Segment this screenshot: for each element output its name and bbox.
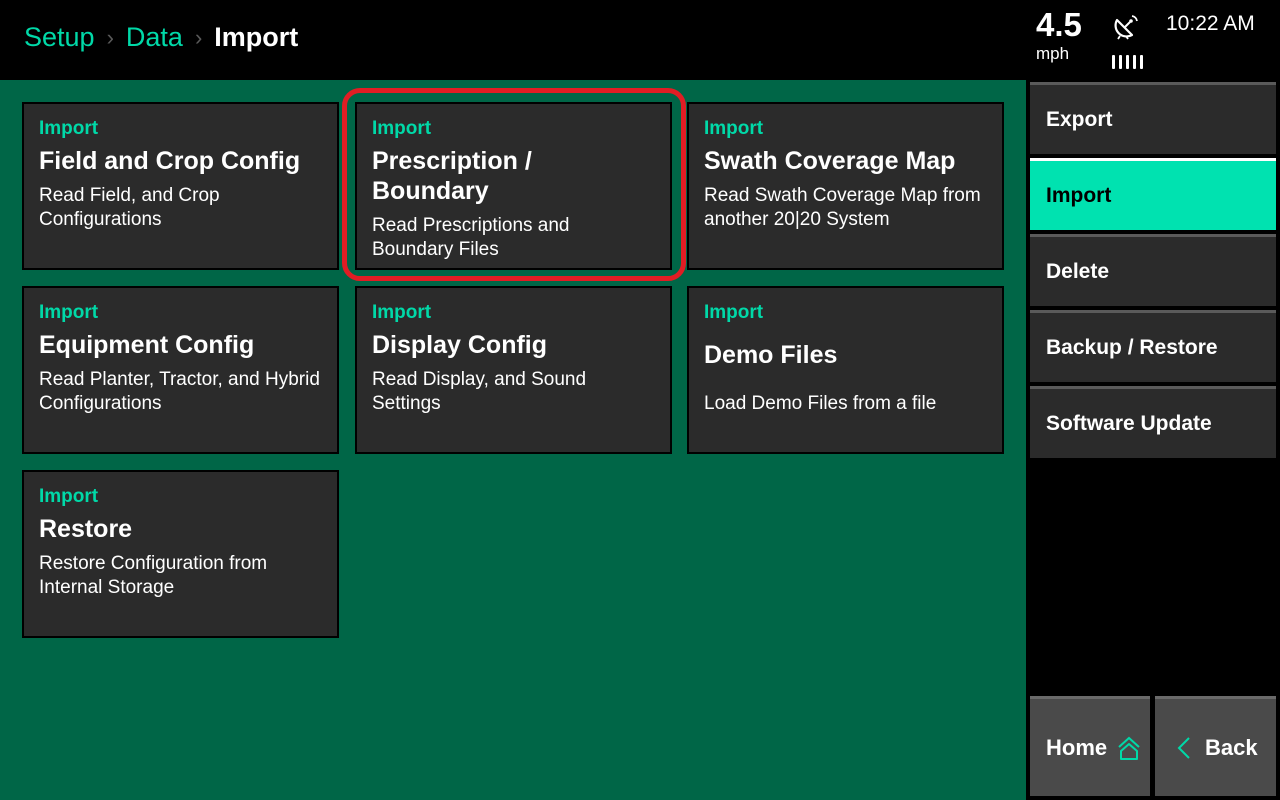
tile-title: Restore (39, 515, 133, 543)
satellite-dish-icon (1112, 15, 1140, 44)
tile-restore[interactable]: Import Restore Restore Configuration fro… (22, 470, 339, 638)
sidebar-item-export[interactable]: Export (1030, 82, 1276, 154)
tile-description: Read Field, and Crop Configurations (39, 185, 220, 230)
sidebar-item-backup-restore[interactable]: Backup / Restore (1030, 310, 1276, 382)
tile-description: Read Display, and Sound Settings (372, 369, 587, 414)
sidebar-item-software-update[interactable]: Software Update (1030, 386, 1276, 458)
back-button[interactable]: Back (1155, 696, 1276, 796)
speed-readout: 4.5 mph (1036, 6, 1096, 64)
tile-title: Equipment Config (39, 331, 255, 359)
breadcrumb: Setup › Data › Import (24, 22, 298, 53)
home-button[interactable]: Home (1030, 696, 1150, 796)
sidebar: Export Import Delete Backup / Restore So… (1026, 80, 1280, 800)
signal-bar (1126, 55, 1129, 69)
clock: 10:22 AM (1166, 12, 1255, 35)
tile-title: Display Config (372, 331, 548, 359)
signal-bar (1112, 55, 1115, 69)
sidebar-item-delete[interactable]: Delete (1030, 234, 1276, 306)
signal-bar (1133, 55, 1136, 69)
tile-display-config[interactable]: Import Display Config Read Display, and … (355, 286, 672, 454)
tile-kicker: Import (39, 486, 99, 507)
signal-bars (1112, 55, 1152, 69)
chevron-right-icon: › (194, 24, 203, 50)
tile-description: Read Swath Coverage Map from another 20|… (704, 185, 981, 230)
tile-kicker: Import (704, 118, 764, 139)
tile-equipment-config[interactable]: Import Equipment Config Read Planter, Tr… (22, 286, 339, 454)
breadcrumb-data[interactable]: Data (126, 22, 183, 53)
tile-description: Read Planter, Tractor, and Hybrid Config… (39, 369, 320, 414)
home-icon (1117, 735, 1141, 761)
breadcrumb-current: Import (214, 22, 299, 52)
speed-unit: mph (1036, 44, 1070, 63)
tile-description: Load Demo Files from a file (704, 393, 937, 414)
tile-field-crop-config[interactable]: Import Field and Crop Config Read Field,… (22, 102, 339, 270)
chevron-left-icon (1177, 736, 1191, 760)
sidebar-item-import[interactable]: Import (1030, 158, 1276, 230)
tile-description: Read Prescriptions and Boundary Files (372, 215, 570, 260)
signal-bar (1119, 55, 1122, 69)
breadcrumb-setup[interactable]: Setup (24, 22, 95, 53)
tile-kicker: Import (704, 302, 764, 323)
tile-title: Swath Coverage Map (704, 147, 956, 175)
import-options-panel: Import Field and Crop Config Read Field,… (0, 80, 1026, 800)
speed-value: 4.5 (1036, 6, 1082, 43)
header-bar: Setup › Data › Import 4.5 mph 10:22 AM (0, 0, 1280, 80)
gps-status[interactable] (1112, 14, 1152, 69)
tile-title: Demo Files (704, 341, 838, 369)
back-label: Back (1205, 734, 1258, 760)
home-label: Home (1046, 734, 1108, 760)
tile-kicker: Import (372, 302, 432, 323)
tile-kicker: Import (372, 118, 432, 139)
tile-description: Restore Configuration from Internal Stor… (39, 553, 268, 598)
tile-kicker: Import (39, 302, 99, 323)
tile-prescription-boundary[interactable]: Import Prescription / Boundary Read Pres… (355, 102, 672, 270)
tile-demo-files[interactable]: Import Demo Files Load Demo Files from a… (687, 286, 1004, 454)
chevron-right-icon: › (106, 24, 114, 50)
tile-title: Field and Crop Config (39, 147, 301, 175)
tile-kicker: Import (39, 118, 99, 139)
app-root: Setup › Data › Import 4.5 mph 10:22 AM I… (0, 0, 1280, 800)
signal-bar (1140, 55, 1143, 69)
tile-swath-coverage-map[interactable]: Import Swath Coverage Map Read Swath Cov… (687, 102, 1004, 270)
tile-title: Prescription / Boundary (372, 147, 532, 205)
